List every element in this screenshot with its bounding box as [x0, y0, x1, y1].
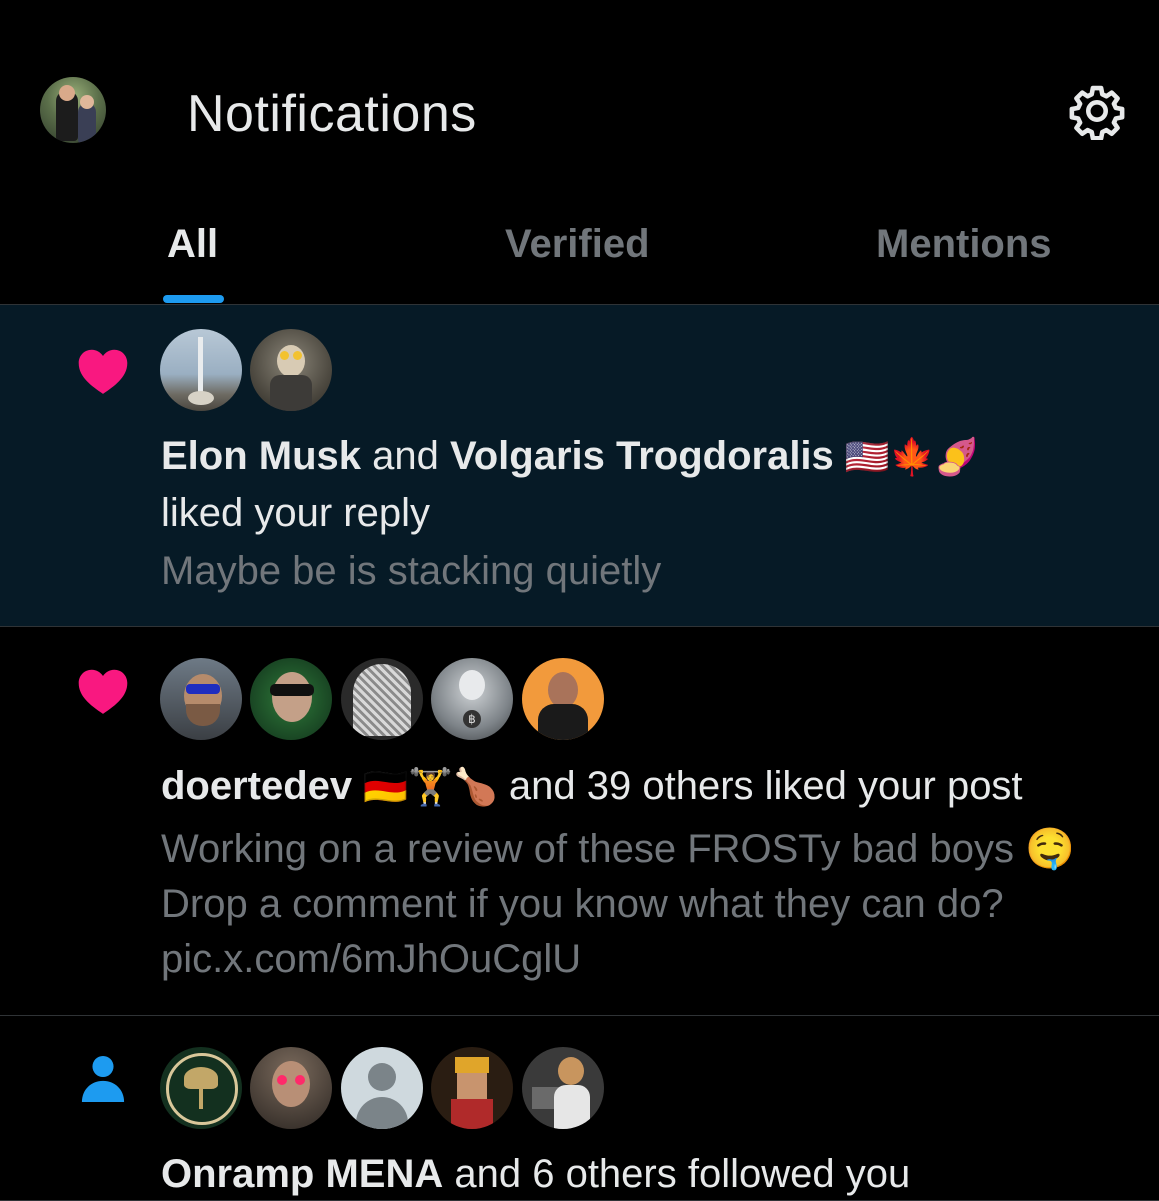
notification-text: Elon Musk and Volgaris Trogdoralis 🇺🇸🍁🍠 — [161, 434, 980, 478]
avatar[interactable] — [160, 658, 242, 740]
notification-text: doertedev 🇩🇪🏋🍗 and 39 others liked your … — [161, 764, 1023, 808]
profile-avatar[interactable] — [40, 77, 106, 143]
avatar[interactable]: ฿ — [431, 658, 513, 740]
avatar[interactable] — [522, 658, 604, 740]
person-icon — [80, 1054, 126, 1107]
notification-tabs: All Verified Mentions — [0, 200, 1159, 305]
avatar[interactable] — [250, 329, 332, 411]
notification-text: Onramp MENA and 6 others followed you — [161, 1152, 911, 1196]
tab-all[interactable]: All — [167, 222, 218, 267]
notification-item[interactable]: Elon Musk and Volgaris Trogdoralis 🇺🇸🍁🍠 … — [0, 305, 1159, 627]
actor-emoji: 🇩🇪🏋🍗 — [363, 767, 498, 808]
active-tab-indicator — [163, 295, 224, 303]
avatar[interactable] — [250, 658, 332, 740]
gear-icon[interactable] — [1068, 82, 1126, 141]
top-bar: Notifications — [0, 0, 1159, 200]
heart-icon — [76, 665, 130, 720]
actor-emoji: 🇺🇸🍁🍠 — [844, 437, 980, 478]
notification-item[interactable]: Onramp MENA and 6 others followed you — [0, 1016, 1159, 1201]
page-title: Notifications — [187, 85, 477, 143]
actor-name[interactable]: doertedev — [161, 764, 352, 808]
notification-action: liked your reply — [161, 491, 431, 535]
tab-verified[interactable]: Verified — [505, 222, 650, 267]
avatar[interactable] — [160, 1047, 242, 1129]
post-snippet: Maybe be is stacking quietly — [161, 549, 662, 593]
heart-icon — [76, 345, 130, 400]
tab-mentions[interactable]: Mentions — [876, 222, 1052, 267]
avatar[interactable] — [431, 1047, 513, 1129]
avatar[interactable] — [250, 1047, 332, 1129]
actor-name[interactable]: Volgaris Trogdoralis — [450, 434, 834, 478]
notification-item[interactable]: ฿ doertedev 🇩🇪🏋🍗 and 39 others liked you… — [0, 627, 1159, 1016]
post-link[interactable]: pic.x.com/6mJhOuCglU — [161, 935, 581, 983]
actor-name[interactable]: Elon Musk — [161, 434, 361, 478]
avatar[interactable] — [160, 329, 242, 411]
avatar[interactable] — [341, 1047, 423, 1129]
actor-name[interactable]: Onramp MENA — [161, 1152, 443, 1196]
avatar[interactable] — [341, 658, 423, 740]
post-snippet: Drop a comment if you know what they can… — [161, 882, 1004, 926]
post-snippet: Working on a review of these FROSTy bad … — [161, 827, 1075, 871]
avatar[interactable] — [522, 1047, 604, 1129]
